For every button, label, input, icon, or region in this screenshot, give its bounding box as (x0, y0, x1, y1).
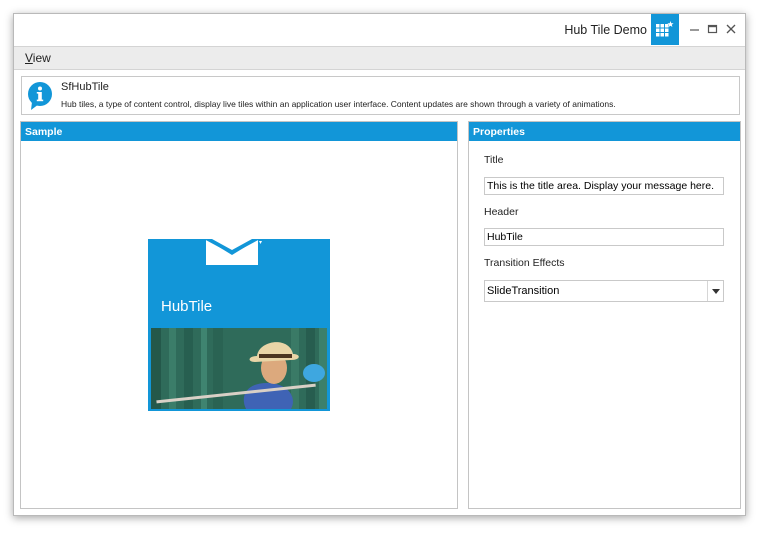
title-bar[interactable]: Hub Tile Demo (14, 14, 745, 46)
chevron-down-icon (712, 289, 720, 294)
title-input[interactable]: This is the title area. Display your mes… (484, 177, 724, 195)
info-description: Hub tiles, a type of content control, di… (61, 99, 616, 109)
menu-view[interactable]: View (25, 51, 51, 65)
sample-header: Sample (21, 122, 457, 141)
menu-bar: View (14, 46, 745, 70)
app-tile-icon[interactable] (651, 14, 679, 45)
transition-label: Transition Effects (484, 257, 565, 269)
info-icon (28, 82, 52, 110)
transition-value: SlideTransition (487, 285, 560, 297)
minimize-icon (690, 29, 699, 31)
info-title: SfHubTile (61, 81, 109, 93)
properties-header: Properties (469, 122, 740, 141)
transition-select[interactable]: SlideTransition (484, 280, 724, 302)
sample-panel: Sample HubTile (20, 121, 458, 509)
properties-panel: Properties Title This is the title area.… (468, 121, 741, 509)
hub-tile[interactable]: HubTile (148, 239, 330, 411)
close-button[interactable] (722, 20, 740, 38)
maximize-button[interactable] (704, 20, 722, 38)
window-title: Hub Tile Demo (564, 23, 647, 37)
minimize-button[interactable] (686, 20, 704, 38)
tile-label: HubTile (161, 298, 213, 315)
mail-icon (205, 239, 262, 265)
tile-image (151, 328, 327, 409)
info-box: SfHubTile Hub tiles, a type of content c… (21, 76, 740, 115)
header-label: Header (484, 206, 519, 218)
maximize-icon (707, 24, 718, 34)
app-window: Hub Tile Demo View SfHubTile Hub tiles, … (13, 13, 746, 516)
close-icon (726, 24, 736, 34)
dropdown-button[interactable] (707, 281, 723, 301)
title-label: Title (484, 154, 504, 166)
header-input[interactable]: HubTile (484, 228, 724, 246)
